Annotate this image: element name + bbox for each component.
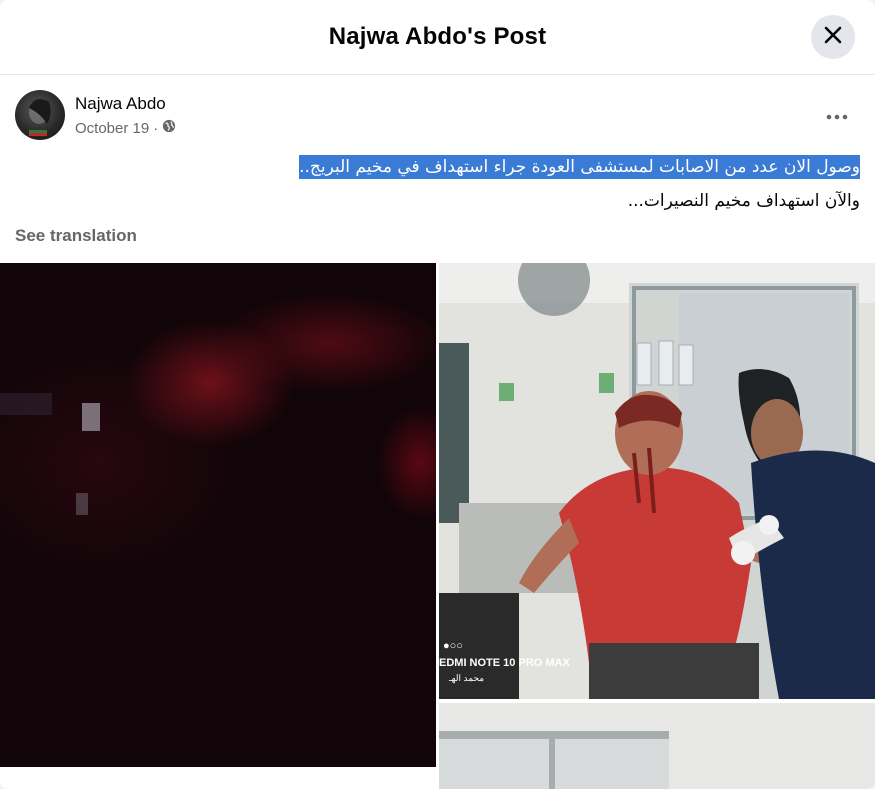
close-button[interactable] [811,15,855,59]
dialog-title: Najwa Abdo's Post [328,23,547,50]
author-name[interactable]: Najwa Abdo [75,93,176,115]
photo-grid: ●○○ EDMI NOTE 10 PRO MAX محمد الهـ [0,263,875,789]
photo-hospital-room[interactable] [439,703,875,789]
post-text-line-1: وصول الان عدد من الاصابات لمستشفى العودة… [299,155,860,179]
carousel-dot-icon: ●○○ [443,640,463,652]
photo-hospital-patient[interactable]: ●○○ EDMI NOTE 10 PRO MAX محمد الهـ [439,263,875,699]
photo-night-red[interactable] [0,263,436,767]
photo-watermark: EDMI NOTE 10 PRO MAX [439,657,570,669]
photo-watermark-arabic: محمد الهـ [449,673,485,683]
post-dialog: Najwa Abdo's Post Najwa Abdo October 19 … [0,0,875,789]
avatar[interactable] [15,90,65,140]
more-options-button[interactable] [819,98,855,134]
globe-icon [162,119,176,137]
post-author-row: Najwa Abdo October 19 · [15,90,176,140]
see-translation-link[interactable]: See translation [15,226,137,246]
post-text: وصول الان عدد من الاصابات لمستشفى العودة… [15,150,860,218]
more-horizontal-icon [826,107,848,125]
post-text-line-2: والآن استهداف مخيم النصيرات... [627,191,860,211]
dialog-header: Najwa Abdo's Post [0,0,875,75]
post-meta: October 19 · [75,119,176,137]
post-date[interactable]: October 19 [75,120,149,137]
meta-separator: · [153,119,159,137]
close-icon [823,25,843,50]
